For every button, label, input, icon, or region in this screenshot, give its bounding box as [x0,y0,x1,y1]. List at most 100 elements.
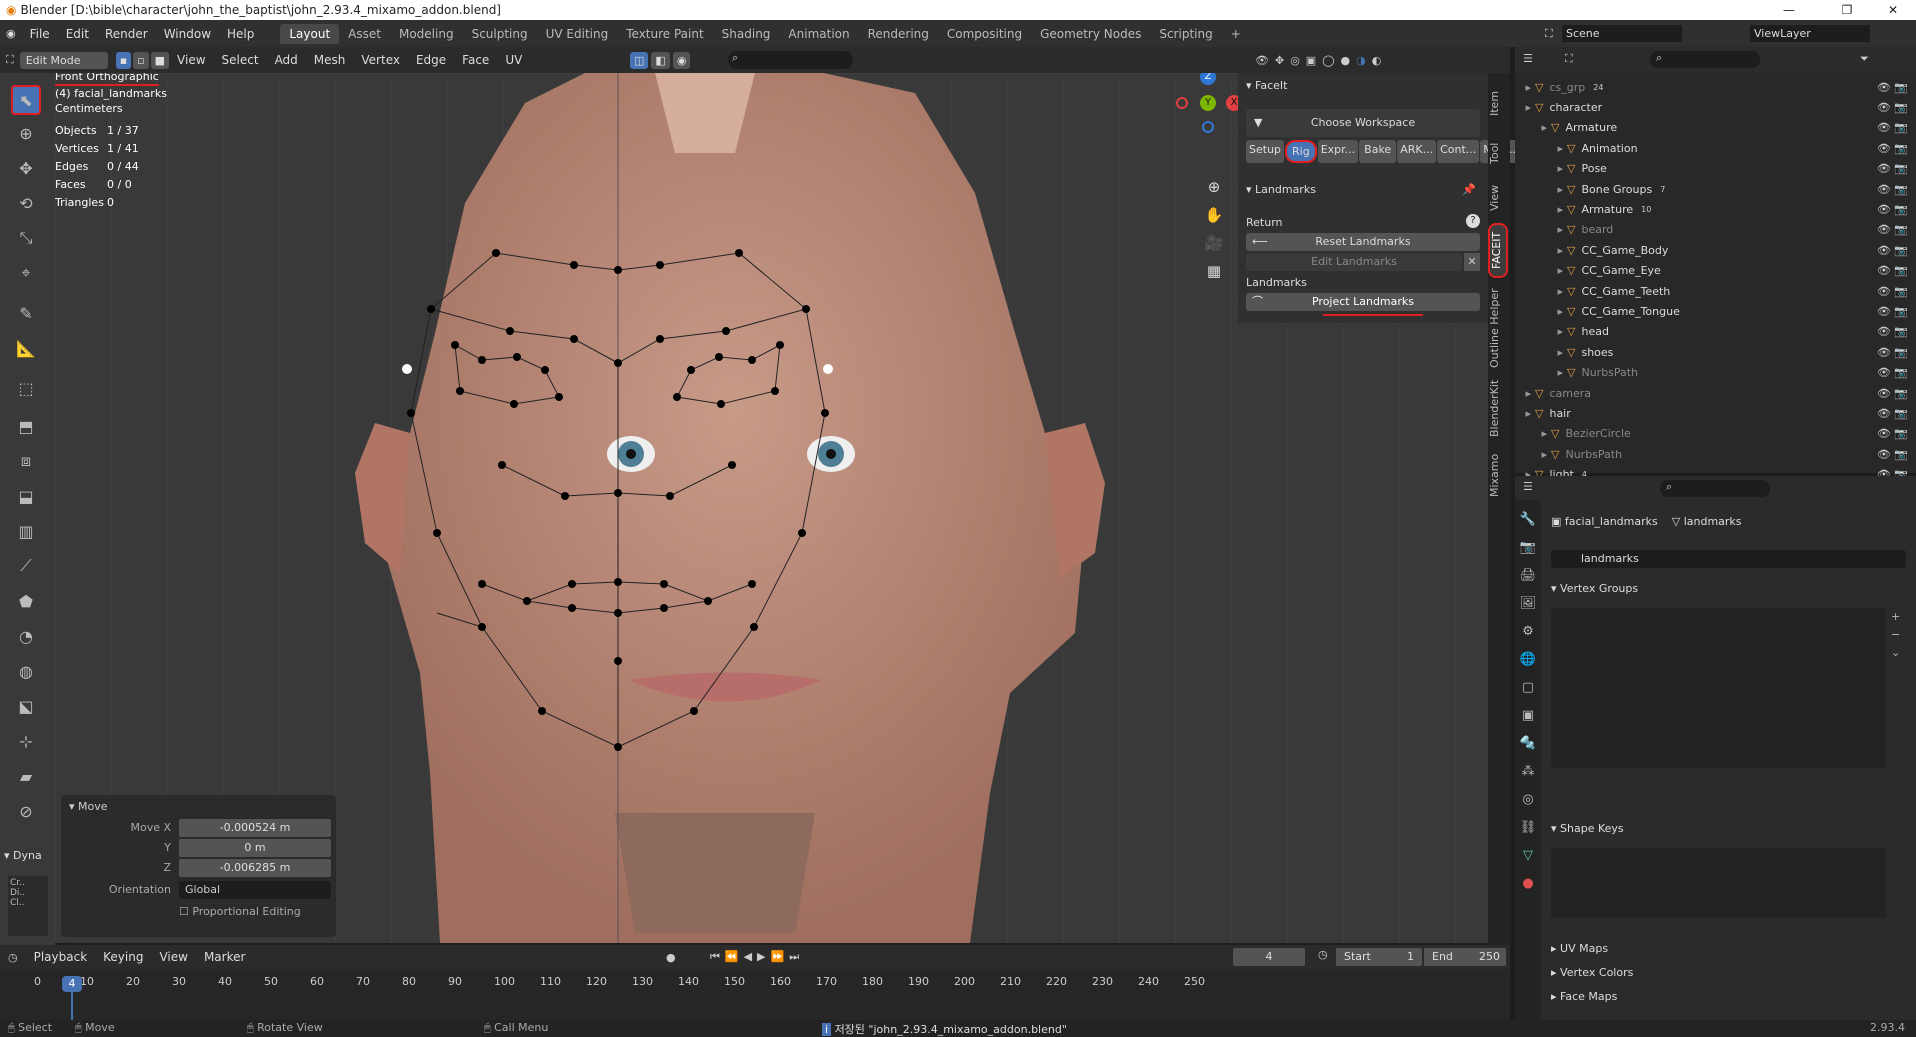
landmark-vertex[interactable] [687,366,695,374]
modifier-tab-icon[interactable]: 🔩 [1515,730,1541,758]
landmark-vertex[interactable] [478,580,486,588]
shading-option-icon[interactable]: ◫ [630,51,649,69]
landmark-vertex[interactable] [656,335,664,343]
shrink-fatten-tool-icon[interactable]: ⊹ [11,726,41,756]
properties-editor-icon[interactable]: ☰ [1523,480,1533,493]
poly-build-tool-icon[interactable]: ⬟ [11,586,41,616]
mesh-data-selector[interactable]: landmarks [1551,550,1906,568]
expand-arrow-icon[interactable]: ▸ [1515,203,1567,216]
ortho-grid-icon[interactable]: ▦ [1203,257,1225,285]
blender-menu-icon[interactable]: ◉ [0,27,22,40]
landmark-vertex[interactable] [433,529,441,537]
marker-menu[interactable]: Marker [196,950,253,964]
tab-faceit[interactable]: FACEIT [1488,223,1508,278]
outliner-row[interactable]: ▸ ▽ CC_Game_Tongue 👁 📷 [1515,301,1916,321]
loop-cut-tool-icon[interactable]: ▥ [11,516,41,546]
workspace-tab-texture-paint[interactable]: Texture Paint [617,24,712,44]
landmark-vertex[interactable] [660,604,668,612]
landmark-vertex[interactable] [614,743,622,751]
visibility-eye-icon[interactable]: 👁 📷 [1877,142,1908,155]
visibility-eye-icon[interactable]: 👁 📷 [1877,448,1908,461]
workspace-tab-geometry-nodes[interactable]: Geometry Nodes [1031,24,1150,44]
menu-window[interactable]: Window [156,27,219,41]
help-icon[interactable]: ? [1466,214,1480,228]
spin-tool-icon[interactable]: ◔ [11,621,41,651]
clock-icon[interactable]: ◷ [1318,948,1328,961]
close-icon[interactable]: ✕ [1464,253,1480,271]
menu-help[interactable]: Help [219,27,262,41]
vertex-groups-list[interactable] [1551,608,1886,768]
landmark-vertex[interactable] [715,353,723,361]
tab-item[interactable]: Item [1488,83,1508,123]
visibility-eye-icon[interactable]: 👁 📷 [1877,81,1908,94]
timeline-editor-icon[interactable]: ◷ [0,951,26,964]
outliner-row[interactable]: ▸ ▽ Armature 👁 📷 [1515,118,1916,138]
scale-tool-icon[interactable]: ⤡ [11,223,41,253]
tab-mixamo[interactable]: Mixamo [1488,448,1508,503]
scene-tab-icon[interactable]: ⚙ [1515,618,1541,646]
add-cube-tool-icon[interactable]: ⬚ [11,373,41,403]
outliner-row[interactable]: ▸ ▽ beard 👁 📷 [1515,220,1916,240]
object-tab-icon[interactable]: ▣ [1515,702,1541,730]
add-workspace-icon[interactable]: + [1222,24,1250,44]
outliner-row[interactable]: ▸ ▽ character 👁 📷 [1515,97,1916,117]
outliner-row[interactable]: ▸ ▽ hair 👁 📷 [1515,403,1916,423]
landmark-vertex[interactable] [427,305,435,313]
landmark-vertex[interactable] [673,393,681,401]
rotate-tool-icon[interactable]: ⟲ [11,188,41,218]
render-tab-icon[interactable]: 📷 [1515,534,1541,562]
output-tab-icon[interactable]: 🖨 [1515,562,1541,590]
orientation-dropdown[interactable]: Global [179,881,331,899]
visibility-eye-icon[interactable]: 👁 📷 [1877,387,1908,400]
landmark-vertex[interactable] [510,400,518,408]
edit-landmarks-button[interactable]: Edit Landmarks [1246,253,1462,271]
landmark-vertex[interactable] [690,707,698,715]
solid-shading-icon[interactable]: ● [1341,54,1351,67]
landmark-vertex-right[interactable] [823,364,833,374]
expand-arrow-icon[interactable]: ▸ [1515,325,1567,338]
tab-view[interactable]: View [1488,178,1508,218]
expand-arrow-icon[interactable]: ▸ [1515,162,1567,175]
material-tab-icon[interactable]: ● [1515,870,1541,898]
landmark-vertex[interactable] [776,341,784,349]
outliner-row[interactable]: ▸ ▽ NurbsPath 👁 📷 [1515,363,1916,383]
faceit-tab-arkit[interactable]: ARK... [1397,140,1437,163]
landmark-vertex[interactable] [614,359,622,367]
annotate-tool-icon[interactable]: ✎ [11,298,41,328]
particles-tab-icon[interactable]: ⁂ [1515,758,1541,786]
workspace-tab-rendering[interactable]: Rendering [859,24,938,44]
landmark-vertex[interactable] [538,707,546,715]
landmark-vertex[interactable] [802,305,810,313]
landmark-vertex[interactable] [614,578,622,586]
expand-arrow-icon[interactable]: ▸ [1515,101,1535,114]
expand-arrow-icon[interactable]: ▸ [1515,346,1567,359]
outliner-row[interactable]: ▸ ▽ Animation 👁 📷 [1515,138,1916,158]
workspace-tab-asset[interactable]: Asset [339,24,390,44]
expand-arrow-icon[interactable]: ▸ [1515,264,1567,277]
expand-arrow-icon[interactable]: ▸ [1515,285,1567,298]
visibility-eye-icon[interactable]: 👁 📷 [1877,366,1908,379]
visibility-eye-icon[interactable]: 👁 📷 [1877,101,1908,114]
menu-render[interactable]: Render [97,27,156,41]
zoom-icon[interactable]: ⊕ [1203,173,1225,201]
wireframe-shading-icon[interactable]: ◯ [1322,54,1334,67]
landmark-vertex[interactable] [451,341,459,349]
workspace-tab-layout[interactable]: Layout [280,23,340,44]
viewport-search-input[interactable]: ⌕ [728,51,853,69]
menu-view[interactable]: View [169,53,213,67]
xray-toggle-icon[interactable]: ▣ [1306,54,1316,67]
dyna-panel-header[interactable]: ▾ Dyna [4,849,42,862]
visibility-icon[interactable]: 👁 [1255,54,1269,67]
gizmo-icon[interactable]: ✥ [1275,54,1284,67]
expand-arrow-icon[interactable]: ▸ [1515,448,1551,461]
menu-vertex[interactable]: Vertex [353,53,408,67]
view-layer-tab-icon[interactable]: 🖼 [1515,590,1541,618]
move-panel-header[interactable]: ▾ Move [61,795,336,818]
visibility-eye-icon[interactable]: 👁 📷 [1877,305,1908,318]
material-shading-icon[interactable]: ◑ [1356,54,1366,67]
mode-selector[interactable]: Edit Mode [19,51,108,69]
expand-arrow-icon[interactable]: ▸ [1515,121,1551,134]
gizmo-z-axis[interactable]: Z [1200,73,1216,85]
landmark-vertex[interactable] [456,387,464,395]
move-tool-icon[interactable]: ✥ [11,153,41,183]
